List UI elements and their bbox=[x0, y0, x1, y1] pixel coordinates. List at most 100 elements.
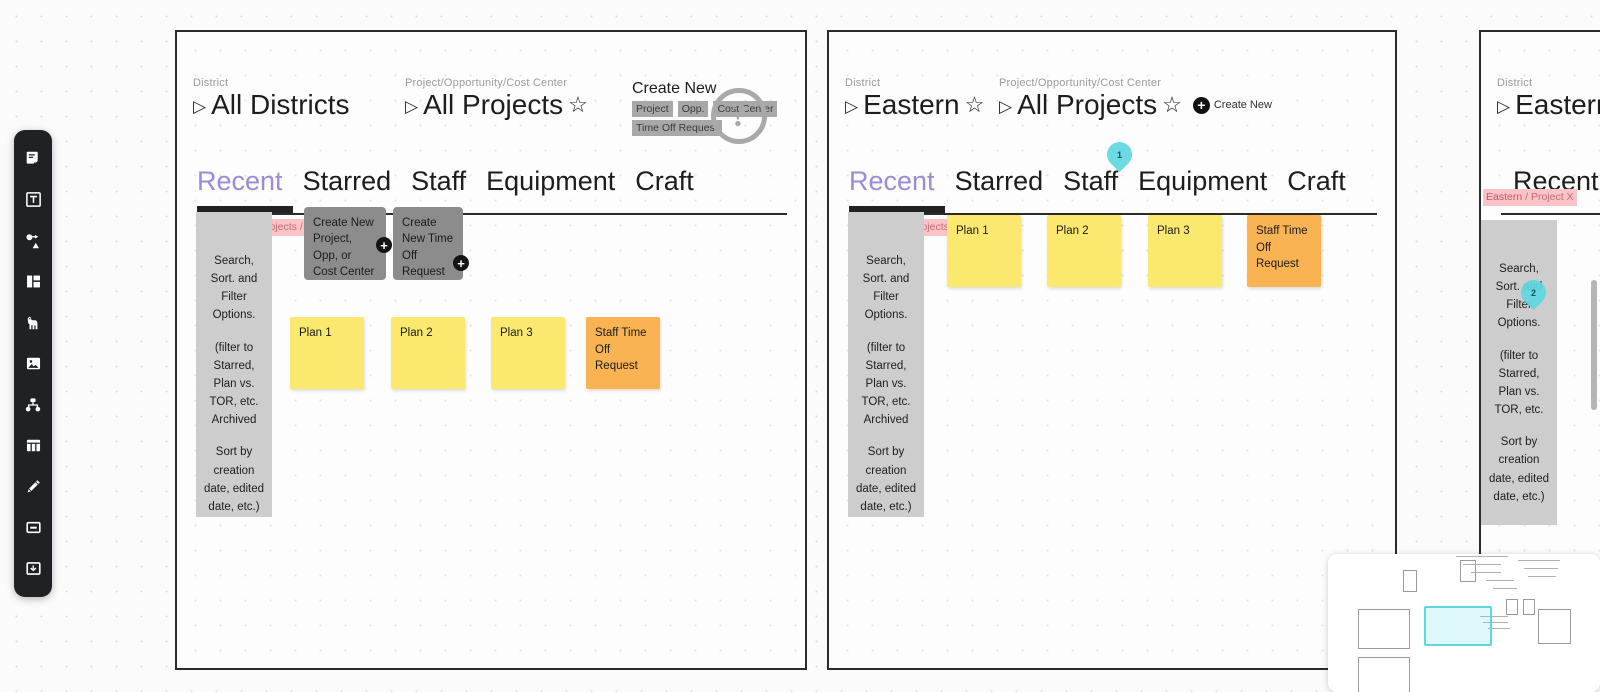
tab-equipment[interactable]: Equipment bbox=[486, 167, 615, 197]
district-selector-3[interactable]: District ▷ Eastern bbox=[1497, 77, 1600, 121]
image-icon[interactable] bbox=[16, 344, 50, 383]
chip-project[interactable]: Project bbox=[632, 101, 673, 117]
district-selector-2[interactable]: District ▷ Eastern ☆ bbox=[845, 77, 984, 121]
frame-eastern[interactable]: District ▷ Eastern ☆ Project/Opportunity… bbox=[827, 30, 1397, 670]
frame-icon[interactable] bbox=[16, 262, 50, 301]
tab-bar-2: Recent Starred Staff Equipment Craft bbox=[849, 167, 1346, 197]
comment-pin-1[interactable]: 1 bbox=[1107, 142, 1132, 167]
table-icon[interactable] bbox=[16, 426, 50, 465]
plus-icon[interactable]: + bbox=[376, 237, 392, 253]
minimap-detail bbox=[1524, 568, 1558, 569]
tab-staff[interactable]: Staff bbox=[411, 167, 466, 197]
project-selector-2[interactable]: Project/Opportunity/Cost Center ▷ All Pr… bbox=[999, 77, 1272, 121]
create-project-card[interactable]: Create New Project, Opp, or Cost Center … bbox=[304, 207, 386, 280]
star-icon[interactable]: ☆ bbox=[568, 94, 588, 116]
project-value[interactable]: ▷ All Projects ☆ + Create New bbox=[999, 90, 1272, 121]
tab-craft[interactable]: Craft bbox=[1287, 167, 1346, 197]
sidepanel-line-2: (filter to Starred, Plan vs. TOR, etc. A… bbox=[854, 339, 918, 430]
star-icon[interactable]: ☆ bbox=[965, 94, 985, 116]
minimap-frame bbox=[1538, 609, 1571, 644]
district-selector-1[interactable]: District ▷ All Districts bbox=[193, 77, 350, 121]
shapes-connector-icon[interactable] bbox=[16, 221, 50, 260]
plus-icon[interactable]: + bbox=[453, 255, 469, 271]
tab-starred[interactable]: Starred bbox=[955, 167, 1044, 197]
minimap-detail bbox=[1518, 560, 1560, 561]
breadcrumb-3[interactable]: Eastern / Project X bbox=[1483, 189, 1577, 206]
tab-craft[interactable]: Craft bbox=[635, 167, 694, 197]
sticky-note-plan-3[interactable]: Plan 3 bbox=[1148, 215, 1222, 287]
card-icon[interactable] bbox=[16, 508, 50, 547]
minimap-frame bbox=[1506, 599, 1518, 615]
mindmap-icon[interactable] bbox=[16, 385, 50, 424]
minimap-detail bbox=[1463, 564, 1501, 565]
help-question-icon[interactable]: ? bbox=[711, 88, 767, 144]
sticky-note-plan-1[interactable]: Plan 1 bbox=[947, 215, 1021, 287]
tab-bar-1: Recent Starred Staff Equipment Craft bbox=[197, 167, 694, 197]
text-icon[interactable] bbox=[16, 180, 50, 219]
project-label: Project/Opportunity/Cost Center bbox=[405, 77, 588, 89]
sidepanel-line-1: Search, Sort. and Filter Options. bbox=[202, 252, 266, 325]
project-selector-1[interactable]: Project/Opportunity/Cost Center ▷ All Pr… bbox=[405, 77, 588, 121]
minimap-detail bbox=[1471, 572, 1501, 573]
llama-icon[interactable] bbox=[16, 303, 50, 342]
sidepanel-line-3: Sort by creation date, edited date, etc.… bbox=[202, 443, 266, 516]
plus-icon: + bbox=[1193, 97, 1210, 114]
minimap-viewport[interactable] bbox=[1424, 606, 1492, 646]
comment-pin-2[interactable]: 2 bbox=[1521, 280, 1546, 305]
minimap-frame bbox=[1358, 657, 1410, 692]
tab-equipment[interactable]: Equipment bbox=[1138, 167, 1267, 197]
filter-sidepanel-2[interactable]: Search, Sort. and Filter Options. (filte… bbox=[848, 212, 924, 517]
chevron-right-icon: ▷ bbox=[1497, 98, 1510, 115]
chevron-right-icon: ▷ bbox=[845, 98, 858, 115]
minimap-frame bbox=[1358, 609, 1410, 649]
pen-icon[interactable] bbox=[16, 467, 50, 506]
district-value[interactable]: ▷ Eastern bbox=[1497, 90, 1600, 121]
minimap-frame bbox=[1523, 599, 1535, 615]
tab-bar-rule bbox=[197, 213, 787, 215]
star-icon[interactable]: ☆ bbox=[1162, 94, 1182, 116]
chevron-right-icon: ▷ bbox=[999, 98, 1012, 115]
sticky-note-staff-time-off[interactable]: Staff Time Off Request bbox=[1247, 215, 1321, 287]
project-value[interactable]: ▷ All Projects ☆ bbox=[405, 90, 588, 121]
left-toolbar bbox=[14, 130, 52, 597]
sidepanel-line-1: Search, Sort. and Filter Options. bbox=[854, 252, 918, 325]
create-new-inline-button[interactable]: + Create New bbox=[1193, 97, 1272, 114]
whiteboard-canvas[interactable]: District ▷ All Districts Project/Opportu… bbox=[0, 0, 1600, 692]
filter-sidepanel-3[interactable]: Search, Sort. and Filter Options. (filte… bbox=[1481, 220, 1557, 525]
pin-number: 2 bbox=[1521, 280, 1546, 305]
minimap-detail bbox=[1456, 556, 1508, 557]
sidepanel-line-2: (filter to Starred, Plan vs. TOR, etc. A… bbox=[202, 339, 266, 430]
district-value[interactable]: ▷ All Districts bbox=[193, 90, 350, 121]
create-new-inline-label: Create New bbox=[1214, 99, 1272, 111]
vertical-scrollbar[interactable] bbox=[1591, 280, 1597, 410]
frame-all-districts[interactable]: District ▷ All Districts Project/Opportu… bbox=[175, 30, 807, 670]
filter-sidepanel-1[interactable]: Search, Sort. and Filter Options. (filte… bbox=[196, 212, 272, 517]
sticky-note-plan-1[interactable]: Plan 1 bbox=[290, 317, 364, 389]
sticky-note-icon[interactable] bbox=[16, 139, 50, 178]
chevron-right-icon: ▷ bbox=[193, 98, 206, 115]
tab-recent[interactable]: Recent bbox=[197, 167, 283, 197]
sidepanel-line-2: (filter to Starred, Plan vs. TOR, etc. bbox=[1487, 347, 1551, 420]
minimap-detail bbox=[1493, 588, 1517, 589]
district-value[interactable]: ▷ Eastern ☆ bbox=[845, 90, 984, 121]
pin-number: 1 bbox=[1107, 142, 1132, 167]
district-label: District bbox=[1497, 77, 1600, 89]
sticky-note-plan-2[interactable]: Plan 2 bbox=[1047, 215, 1121, 287]
minimap[interactable] bbox=[1328, 554, 1600, 692]
chip-opp[interactable]: Opp. bbox=[678, 101, 709, 117]
tab-starred[interactable]: Starred bbox=[303, 167, 392, 197]
tab-staff[interactable]: Staff bbox=[1063, 167, 1118, 197]
sidepanel-line-3: Sort by creation date, edited date, etc.… bbox=[1487, 433, 1551, 506]
tab-bar-rule bbox=[1501, 213, 1600, 215]
sticky-note-staff-time-off[interactable]: Staff Time Off Request bbox=[586, 317, 660, 389]
upload-icon[interactable] bbox=[16, 549, 50, 588]
district-label: District bbox=[845, 77, 984, 89]
chevron-right-icon: ▷ bbox=[405, 98, 418, 115]
chip-time-off-request[interactable]: Time Off Request bbox=[632, 120, 722, 136]
sidepanel-line-3: Sort by creation date, edited date, etc.… bbox=[854, 443, 918, 516]
sticky-note-plan-2[interactable]: Plan 2 bbox=[391, 317, 465, 389]
sticky-note-plan-3[interactable]: Plan 3 bbox=[491, 317, 565, 389]
create-time-off-card[interactable]: Create New Time Off Request + bbox=[393, 207, 463, 280]
minimap-detail bbox=[1486, 580, 1514, 581]
tab-recent[interactable]: Recent bbox=[849, 167, 935, 197]
